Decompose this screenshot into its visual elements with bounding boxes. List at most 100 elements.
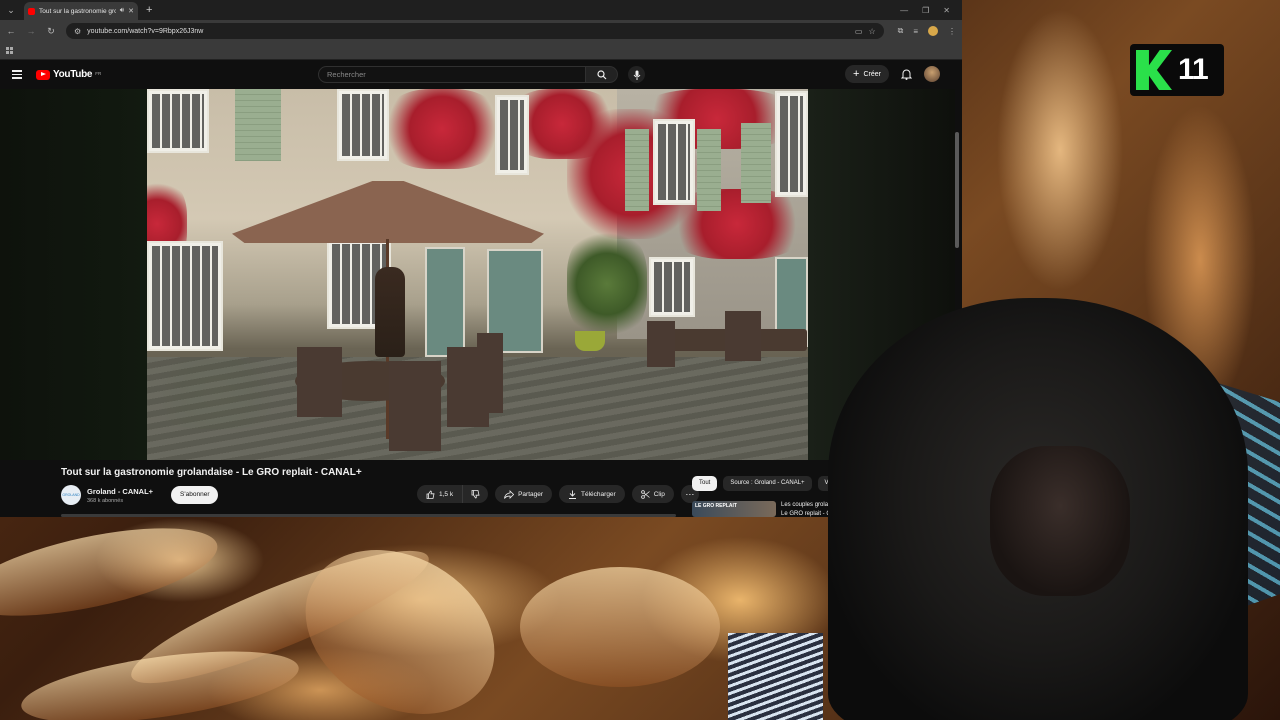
bookmark-star-icon[interactable]: ☆ (868, 27, 875, 36)
youtube-masthead: YouTube FR Rechercher + Créer (0, 60, 962, 89)
cast-icon[interactable]: ▭ (855, 27, 863, 36)
channel-name[interactable]: Groland - CANAL+ (87, 487, 153, 496)
channel-avatar[interactable]: GROLAND (61, 485, 81, 505)
minimize-icon[interactable]: — (900, 6, 908, 15)
search-button[interactable] (586, 66, 618, 83)
tab-active[interactable]: Tout sur la gastronomie gro 🔊︎ ✕ (24, 2, 138, 20)
masthead-actions: + Créer (845, 65, 940, 83)
create-label: Créer (863, 70, 881, 78)
video-chair (297, 347, 342, 417)
channel-owner: GROLAND Groland - CANAL+ 368 k abonnés S… (61, 485, 219, 505)
forward-icon[interactable]: → (26, 26, 36, 36)
chip-all[interactable]: Tout (692, 476, 718, 491)
video-window (775, 91, 808, 197)
tab-strip: ⌄ Tout sur la gastronomie gro 🔊︎ ✕ + — ❐… (0, 0, 962, 20)
search-input[interactable]: Rechercher (318, 66, 586, 83)
video-actions: 1,5 k Partager Télécharger Clip ⋯ (417, 485, 699, 503)
video-window (147, 89, 209, 153)
youtube-favicon-icon (28, 7, 35, 15)
subscriber-count: 368 k abonnés (87, 497, 124, 504)
video-chair (647, 321, 675, 367)
hamburger-menu-icon[interactable] (12, 70, 22, 79)
like-count: 1,5 k (439, 490, 454, 498)
browser-toolbar: ← → ↻ ⚙ youtube.com/watch?v=9Rbpx26J3nw … (0, 20, 962, 42)
video-shutter (625, 129, 649, 211)
video-plant-pot (575, 331, 605, 351)
restore-icon[interactable]: ❐ (922, 6, 929, 15)
abstract-background (0, 517, 730, 720)
address-bar[interactable]: ⚙ youtube.com/watch?v=9Rbpx26J3nw ▭ ☆ (66, 23, 884, 39)
k11-channel-logo: 11 (1130, 44, 1224, 96)
window-controls: — ❐ ✕ (900, 6, 962, 15)
close-tab-icon[interactable]: ✕ (128, 7, 134, 15)
video-door (425, 247, 465, 357)
video-parasol (232, 181, 544, 243)
channel-info: Groland - CANAL+ 368 k abonnés (87, 487, 153, 504)
thumbs-up-icon (426, 490, 435, 499)
create-button[interactable]: + Créer (845, 65, 889, 83)
extensions-icon[interactable]: ⧉ (898, 26, 904, 36)
tab-title: Tout sur la gastronomie gro (39, 7, 116, 15)
k-letter-logo-icon (1136, 50, 1172, 90)
microphone-icon (633, 70, 640, 80)
logo-text: YouTube (53, 69, 93, 80)
webcam-overlay (728, 298, 1280, 720)
reload-icon[interactable]: ↻ (46, 26, 56, 37)
search-box: Rechercher (318, 66, 618, 83)
new-tab-icon[interactable]: + (146, 4, 152, 16)
thumbs-down-icon (471, 489, 480, 498)
apps-grid-icon[interactable] (6, 46, 14, 55)
tab-search-icon[interactable]: ⌄ (4, 3, 18, 17)
video-person (375, 267, 405, 357)
site-info-icon[interactable]: ⚙ (74, 27, 81, 36)
share-label: Partager (518, 490, 544, 498)
extension-icon[interactable]: ≡ (913, 27, 918, 36)
account-avatar[interactable] (924, 66, 940, 82)
voice-search-button[interactable] (628, 66, 645, 83)
video-shutter (741, 123, 771, 203)
search-icon (596, 69, 606, 79)
download-label: Télécharger (581, 490, 616, 498)
player-letterbox-left (0, 89, 147, 460)
download-icon (569, 490, 577, 499)
video-shutter (235, 89, 281, 161)
video-foliage (567, 229, 647, 339)
subscribe-button[interactable]: S'abonner (171, 486, 219, 504)
dislike-button[interactable] (463, 485, 489, 503)
profile-avatar-icon[interactable] (928, 26, 938, 36)
scissors-icon (640, 489, 650, 499)
video-window (495, 95, 529, 175)
stream-stage: ⌄ Tout sur la gastronomie gro 🔊︎ ✕ + — ❐… (0, 0, 1280, 720)
streamer-face (990, 446, 1130, 596)
back-icon[interactable]: ← (6, 26, 16, 36)
youtube-logo[interactable]: YouTube FR (36, 69, 101, 80)
url-text[interactable]: youtube.com/watch?v=9Rbpx26J3nw (87, 28, 849, 35)
close-window-icon[interactable]: ✕ (943, 6, 950, 15)
video-title: Tout sur la gastronomie grolandaise - Le… (61, 467, 362, 478)
striped-fabric (728, 633, 823, 720)
video-window (147, 241, 223, 351)
video-ivy (382, 89, 502, 169)
menu-dots-icon[interactable]: ⋮ (948, 27, 956, 36)
video-shutter (697, 129, 721, 211)
video-frame[interactable] (147, 89, 808, 460)
youtube-play-icon (36, 69, 50, 80)
share-arrow-icon (504, 489, 515, 499)
video-chair (477, 333, 503, 413)
clip-button[interactable]: Clip (631, 485, 674, 503)
like-button[interactable]: 1,5 k (417, 485, 464, 503)
video-chair (389, 361, 441, 451)
page-scrollbar[interactable] (955, 132, 959, 248)
download-button[interactable]: Télécharger (559, 485, 625, 503)
plus-icon: + (853, 67, 860, 80)
bookmarks-bar (0, 42, 962, 60)
comments-divider (61, 514, 676, 517)
speaker-icon[interactable]: 🔊︎ (120, 7, 124, 15)
share-button[interactable]: Partager (495, 485, 553, 503)
logo-number: 11 (1178, 53, 1209, 86)
clip-label: Clip (653, 490, 665, 498)
video-window (649, 257, 695, 317)
notifications-bell-icon[interactable] (901, 68, 912, 80)
like-dislike-group: 1,5 k (417, 485, 489, 503)
video-window (653, 119, 695, 205)
